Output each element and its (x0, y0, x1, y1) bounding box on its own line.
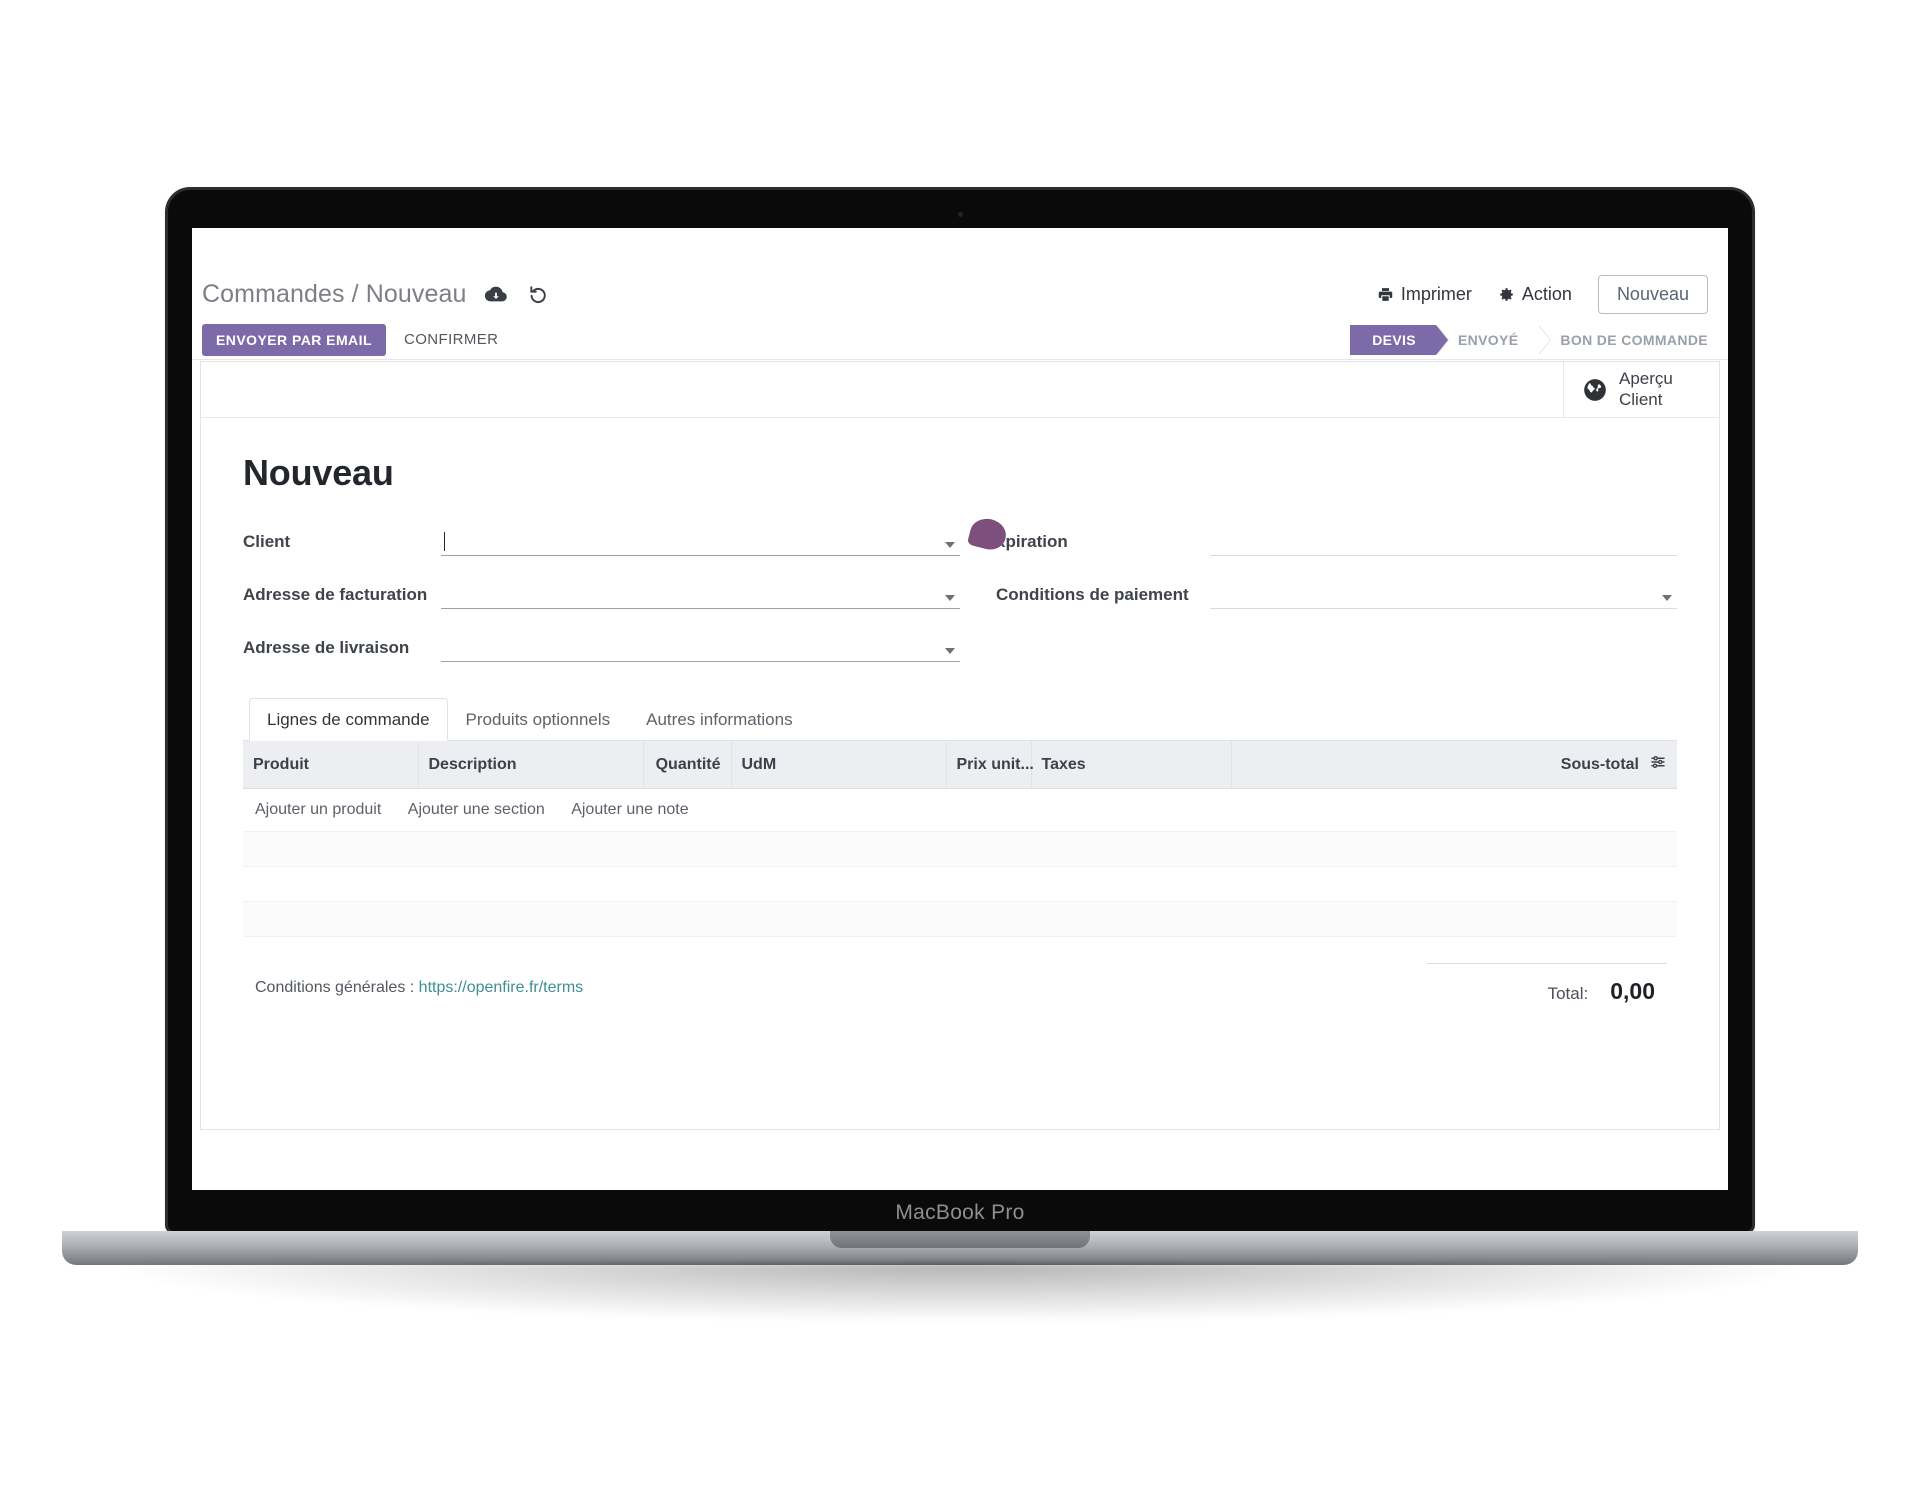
col-prix-unitaire[interactable]: Prix unit... (946, 741, 1034, 789)
statusbar-buttons: ENVOYER PAR EMAIL CONFIRMER (202, 323, 512, 356)
odoo-sales-order-form: Commandes / Nouveau Imprimer Action Nouv… (192, 228, 1728, 1190)
col-quantite[interactable]: Quantité (643, 741, 732, 789)
chevron-down-icon[interactable] (945, 648, 955, 654)
sheet-footer: Conditions générales : https://openfire.… (243, 937, 1677, 1005)
print-label: Imprimer (1400, 283, 1472, 304)
laptop-mockup: Commandes / Nouveau Imprimer Action Nouv… (0, 0, 1920, 1498)
col-sous-total[interactable]: Sous-total (1231, 741, 1677, 789)
undo-icon[interactable] (525, 281, 551, 307)
col-produit[interactable]: Produit (243, 741, 419, 789)
label-conditions-paiement: Conditions de paiement (996, 585, 1189, 604)
label-client: Client (243, 532, 291, 551)
field-grid: Client Adresse de facturation Adresse de… (243, 515, 1677, 681)
text-caret (444, 532, 445, 551)
column-settings-icon[interactable] (1649, 753, 1667, 776)
form-sheet: Aperçu Client Nouveau Client Adresse de … (200, 361, 1720, 1130)
chevron-down-icon[interactable] (945, 595, 955, 601)
customer-preview-label: Aperçu Client (1619, 369, 1673, 410)
breadcrumb-area: Commandes / Nouveau (202, 280, 551, 309)
notebook: Lignes de commande Produits optionnels A… (243, 697, 1677, 937)
terms-label: Conditions générales : (255, 979, 415, 996)
status-step-envoye[interactable]: ENVOYÉ (1435, 324, 1552, 355)
label-adresse-facturation: Adresse de facturation (243, 585, 428, 604)
customer-preview-line2: Client (1619, 389, 1663, 409)
laptop-shadow (120, 1263, 1800, 1321)
field-row-billing-address: Adresse de facturation (243, 575, 960, 609)
webcam-dot (957, 212, 963, 217)
cloud-upload-icon[interactable] (483, 281, 509, 307)
field-row-payment-terms: Conditions de paiement (996, 575, 1677, 609)
add-note-link[interactable]: Ajouter une note (571, 801, 688, 818)
device-model-label: MacBook Pro (895, 1201, 1025, 1224)
payment-terms-input[interactable] (1210, 581, 1677, 609)
tab-lignes-de-commande[interactable]: Lignes de commande (249, 698, 448, 741)
table-row (243, 901, 1677, 937)
terms-url-link[interactable]: https://openfire.fr/terms (419, 979, 584, 996)
field-column-left: Client Adresse de facturation Adresse de… (243, 522, 960, 681)
table-row (243, 866, 1677, 902)
screen-viewport: Commandes / Nouveau Imprimer Action Nouv… (192, 228, 1728, 1190)
laptop-base-lip (830, 1231, 1090, 1248)
action-menu-button[interactable]: Action (1498, 284, 1572, 305)
tab-strip: Lignes de commande Produits optionnels A… (243, 697, 1677, 741)
billing-address-input[interactable] (441, 581, 960, 609)
action-label: Action (1521, 283, 1572, 304)
chevron-down-icon[interactable] (1662, 595, 1672, 601)
terms-block: Conditions générales : https://openfire.… (255, 963, 583, 997)
chevron-down-icon[interactable] (945, 542, 955, 548)
total-row: Total: 0,00 (1427, 964, 1667, 1005)
label-adresse-livraison: Adresse de livraison (243, 638, 410, 657)
label-expiration-text: xpiration (996, 532, 1068, 551)
sheet-inner: Nouveau Client Adresse de facturation Ad… (201, 418, 1719, 1005)
total-amount: 0,00 (1610, 978, 1655, 1004)
print-button[interactable]: Imprimer (1377, 284, 1472, 305)
order-lines-table: Produit Description Quantité UdM Prix un… (243, 741, 1677, 937)
laptop-base (62, 1231, 1858, 1265)
table-header-row: Produit Description Quantité UdM Prix un… (243, 741, 1677, 789)
page-title: Nouveau (243, 452, 394, 493)
new-record-button[interactable]: Nouveau (1597, 274, 1708, 314)
totals-block: Total: 0,00 (1427, 963, 1667, 1005)
status-pipeline: DEVIS ENVOYÉ BON DE COMMANDE (1350, 324, 1728, 355)
client-input[interactable] (441, 528, 960, 556)
breadcrumb[interactable]: Commandes / Nouveau (202, 280, 467, 309)
status-step-bon-de-commande[interactable]: BON DE COMMANDE (1538, 324, 1728, 355)
tab-autres-informations[interactable]: Autres informations (628, 698, 810, 741)
col-sous-total-label: Sous-total (1560, 755, 1639, 773)
confirm-button[interactable]: CONFIRMER (390, 323, 512, 356)
col-udm[interactable]: UdM (731, 741, 947, 789)
statusbar: ENVOYER PAR EMAIL CONFIRMER DEVIS ENVOYÉ… (192, 320, 1728, 360)
tab-produits-optionnels[interactable]: Produits optionnels (448, 698, 629, 741)
laptop-screen-body: Commandes / Nouveau Imprimer Action Nouv… (168, 190, 1752, 1231)
field-row-client: Client (243, 522, 960, 556)
control-panel: Commandes / Nouveau Imprimer Action Nouv… (192, 268, 1728, 320)
status-step-devis[interactable]: DEVIS (1350, 324, 1449, 355)
expiration-input[interactable] (1210, 528, 1677, 556)
printer-icon (1378, 287, 1393, 301)
col-description[interactable]: Description (418, 741, 644, 789)
table-row (243, 831, 1677, 867)
gear-icon (1500, 287, 1513, 301)
add-product-link[interactable]: Ajouter un produit (255, 801, 381, 818)
add-section-link[interactable]: Ajouter une section (408, 801, 545, 818)
label-expiration: xpiration (966, 515, 1210, 556)
add-line-controls-row: Ajouter un produit Ajouter une section A… (243, 788, 1677, 832)
control-panel-actions: Imprimer Action Nouveau (1377, 274, 1716, 314)
field-row-delivery-address: Adresse de livraison (243, 628, 960, 662)
globe-icon (1582, 377, 1608, 403)
col-taxes[interactable]: Taxes (1031, 741, 1232, 789)
send-by-email-button[interactable]: ENVOYER PAR EMAIL (202, 323, 386, 356)
button-box: Aperçu Client (201, 362, 1719, 418)
customer-preview-button[interactable]: Aperçu Client (1563, 362, 1719, 417)
field-row-expiration: xpiration (966, 515, 1677, 556)
field-column-right: xpiration Conditions de paiement (960, 515, 1677, 681)
delivery-address-input[interactable] (441, 634, 960, 662)
total-label: Total: (1547, 984, 1589, 1003)
customer-preview-line1: Aperçu (1619, 368, 1673, 388)
